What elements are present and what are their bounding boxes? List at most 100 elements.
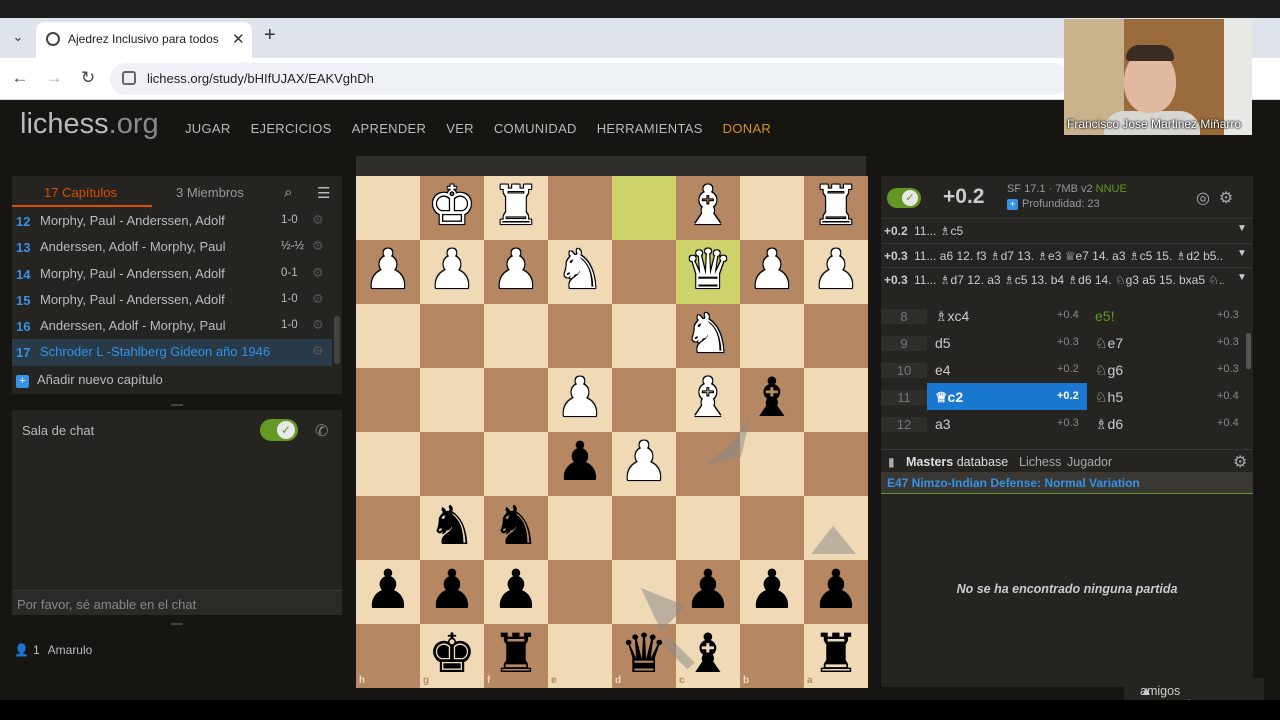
chapter-item[interactable]: 13 Anderssen, Adolf - Morphy, Paul ½-½ ⚙ [12,234,332,260]
tab-members[interactable]: 3 Miembros [176,185,244,200]
piece-g7[interactable]: ♟ [420,560,484,624]
nav-ejercicios[interactable]: EJERCICIOS [251,121,332,136]
tab-jugador[interactable]: Jugador [1067,455,1112,469]
chapter-item[interactable]: 17 Schroder L -Stahlberg Gideon año 1946 ⚙ [12,339,332,366]
square-e1[interactable] [548,176,612,240]
square-f4[interactable] [484,368,548,432]
piece-h2[interactable]: ♟ [356,240,420,304]
square-h6[interactable] [356,496,420,560]
nav-donar[interactable]: DONAR [723,121,771,136]
square-d7[interactable] [612,560,676,624]
square-b3[interactable] [740,304,804,368]
back-icon[interactable]: ← [10,68,30,88]
square-b8[interactable] [740,624,804,688]
nav-jugar[interactable]: JUGAR [185,121,231,136]
chapter-item[interactable]: 14 Morphy, Paul - Anderssen, Adolf 0-1 ⚙ [12,261,332,287]
square-h5[interactable] [356,432,420,496]
square-e7[interactable] [548,560,612,624]
square-h3[interactable] [356,304,420,368]
chapter-gear-icon[interactable]: ⚙ [312,343,324,359]
chapter-item[interactable]: 16 Anderssen, Adolf - Morphy, Paul 1-0 ⚙ [12,313,332,339]
panel-divider[interactable] [171,623,183,625]
square-e3[interactable] [548,304,612,368]
opening-name[interactable]: E47 Nimzo-Indian Defense: Normal Variati… [881,472,1253,494]
square-h8[interactable] [356,624,420,688]
tab-search-dropdown-icon[interactable]: ⌄ [8,27,28,47]
expand-icon[interactable]: ▼ [1237,272,1247,283]
white-move[interactable]: ♕c2 +0.2 [927,383,1087,410]
piece-g1[interactable]: ♚ [420,176,484,240]
chapter-gear-icon[interactable]: ⚙ [312,317,324,333]
piece-e2[interactable]: ♞ [548,240,612,304]
square-g4[interactable] [420,368,484,432]
moves-scrollbar[interactable] [1246,333,1251,369]
square-h1[interactable] [356,176,420,240]
forward-icon[interactable]: → [44,68,64,88]
tab-close-icon[interactable]: ✕ [232,30,245,48]
nav-comunidad[interactable]: COMUNIDAD [494,121,577,136]
browser-tab[interactable]: Ajedrez Inclusivo para todos (A ✕ [36,22,252,58]
piece-c8[interactable]: ♝ [676,624,740,688]
piece-g2[interactable]: ♟ [420,240,484,304]
square-d6[interactable] [612,496,676,560]
piece-f2[interactable]: ♟ [484,240,548,304]
square-d2[interactable] [612,240,676,304]
gear-icon[interactable]: ⚙ [1233,452,1247,472]
square-h4[interactable] [356,368,420,432]
square-e8[interactable] [548,624,612,688]
piece-h7[interactable]: ♟ [356,560,420,624]
square-e6[interactable] [548,496,612,560]
chapter-gear-icon[interactable]: ⚙ [312,291,324,307]
menu-icon[interactable]: ☰ [317,184,330,202]
square-g3[interactable] [420,304,484,368]
chapter-scrollbar[interactable] [334,316,340,364]
friends-online-button[interactable]: ▲ amigos conectados [1124,678,1264,712]
chapter-item[interactable]: 12 Morphy, Paul - Anderssen, Adolf 1-0 ⚙ [12,208,332,234]
piece-e4[interactable]: ♟ [548,368,612,432]
square-c6[interactable] [676,496,740,560]
square-d3[interactable] [612,304,676,368]
site-info-icon[interactable] [122,71,136,85]
square-c5[interactable] [676,432,740,496]
expand-icon[interactable]: ▼ [1237,223,1247,234]
panel-divider[interactable] [171,404,183,406]
tab-masters-database[interactable]: Masters database [906,455,1008,469]
piece-b2[interactable]: ♟ [740,240,804,304]
phone-icon[interactable]: ✆ [315,421,328,441]
piece-e5[interactable]: ♟ [548,432,612,496]
white-move[interactable]: e4 +0.2 [927,356,1087,383]
piece-b7[interactable]: ♟ [740,560,804,624]
piece-d5[interactable]: ♟ [612,432,676,496]
black-move[interactable]: ♘h5 +0.4 [1087,383,1246,410]
piece-c7[interactable]: ♟ [676,560,740,624]
square-f5[interactable] [484,432,548,496]
chapter-gear-icon[interactable]: ⚙ [312,238,324,254]
search-icon[interactable]: ⌕ [284,184,292,201]
tab-lichess[interactable]: Lichess [1019,455,1061,469]
chat-toggle[interactable]: ✓ [260,419,298,441]
chapter-gear-icon[interactable]: ⚙ [312,212,324,228]
engine-toggle[interactable]: ✓ [887,188,921,208]
square-g5[interactable] [420,432,484,496]
url-field[interactable]: lichess.org/study/bHIfUJAX/EAKVghDh [110,63,1070,95]
piece-d8[interactable]: ♛ [612,624,676,688]
nav-ver[interactable]: VER [446,121,474,136]
member-name[interactable]: Amarulo [48,643,93,657]
piece-f6[interactable]: ♞ [484,496,548,560]
add-chapter-button[interactable]: + Añadir nuevo capítulo [16,372,163,388]
piece-c3[interactable]: ♞ [676,304,740,368]
square-b1[interactable] [740,176,804,240]
pv-line[interactable]: +0.2 11... ♗c5 ▼ [881,218,1253,243]
chat-input[interactable]: Por favor, sé amable en el chat [12,590,342,615]
white-move[interactable]: d5 +0.3 [927,329,1087,356]
piece-f8[interactable]: ♜ [484,624,548,688]
piece-c1[interactable]: ♝ [676,176,740,240]
black-move[interactable]: ♘g6 +0.3 [1087,356,1246,383]
nav-herramientas[interactable]: HERRAMIENTAS [597,121,703,136]
black-move[interactable]: e5! +0.3 [1087,302,1246,329]
nav-aprender[interactable]: APRENDER [352,121,427,136]
piece-c2[interactable]: ♛ [676,240,740,304]
square-b6[interactable] [740,496,804,560]
site-logo[interactable]: lichess.org [20,108,159,141]
new-tab-icon[interactable]: + [264,24,276,47]
